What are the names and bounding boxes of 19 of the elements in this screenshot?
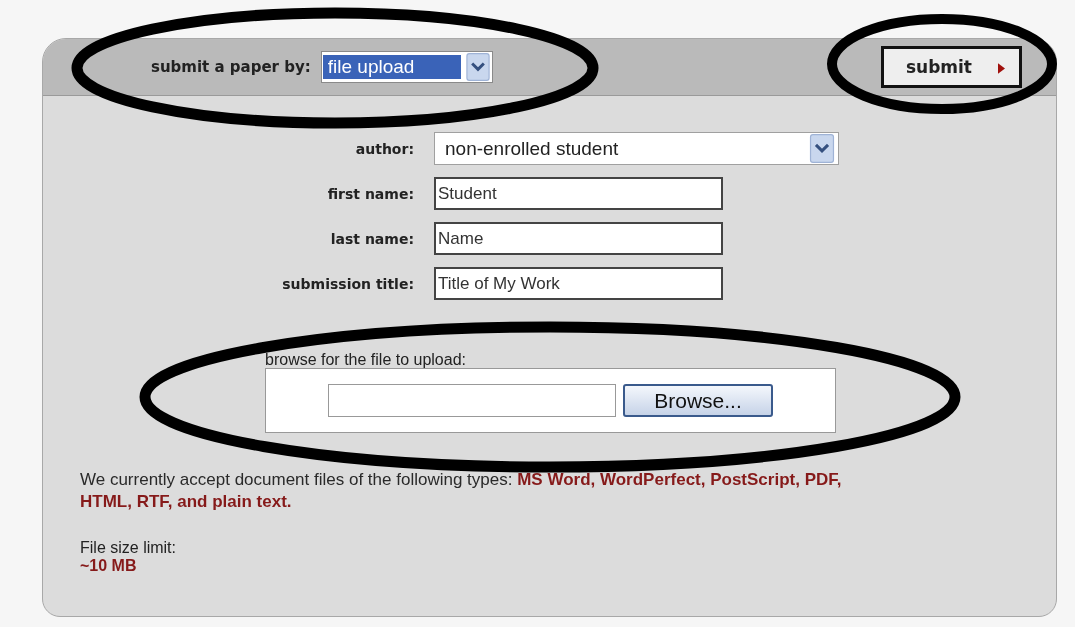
field-label: author: <box>355 140 414 157</box>
submit-button[interactable]: submit <box>880 46 1022 88</box>
size-limit-value: ~10 MB <box>80 557 138 575</box>
text-field[interactable]: Title of My Work <box>434 267 723 300</box>
accepted-types-note: We currently accept document files of the following types: MS Word, WordPerfect, PostScript, PDF, HTML, RTF, and plain text. <box>80 469 843 513</box>
author-select[interactable]: non-enrolled student <box>434 132 839 165</box>
field-label: first name: <box>327 185 414 202</box>
file-path-field[interactable] <box>328 384 616 417</box>
triangle-icon <box>998 63 1005 74</box>
field-label: last name: <box>330 230 414 247</box>
method-select[interactable]: file upload <box>320 51 493 83</box>
method-value: file upload <box>322 55 461 79</box>
text-field[interactable]: Student <box>434 177 723 210</box>
text-field[interactable]: Name <box>434 222 723 255</box>
upload-label: browse for the file to upload: <box>265 352 466 368</box>
size-limit-label: File size limit: <box>80 539 177 557</box>
method-label: submit a paper by: <box>151 58 311 76</box>
browse-button[interactable]: Browse... <box>623 384 773 417</box>
field-label: submission title: <box>282 275 414 292</box>
